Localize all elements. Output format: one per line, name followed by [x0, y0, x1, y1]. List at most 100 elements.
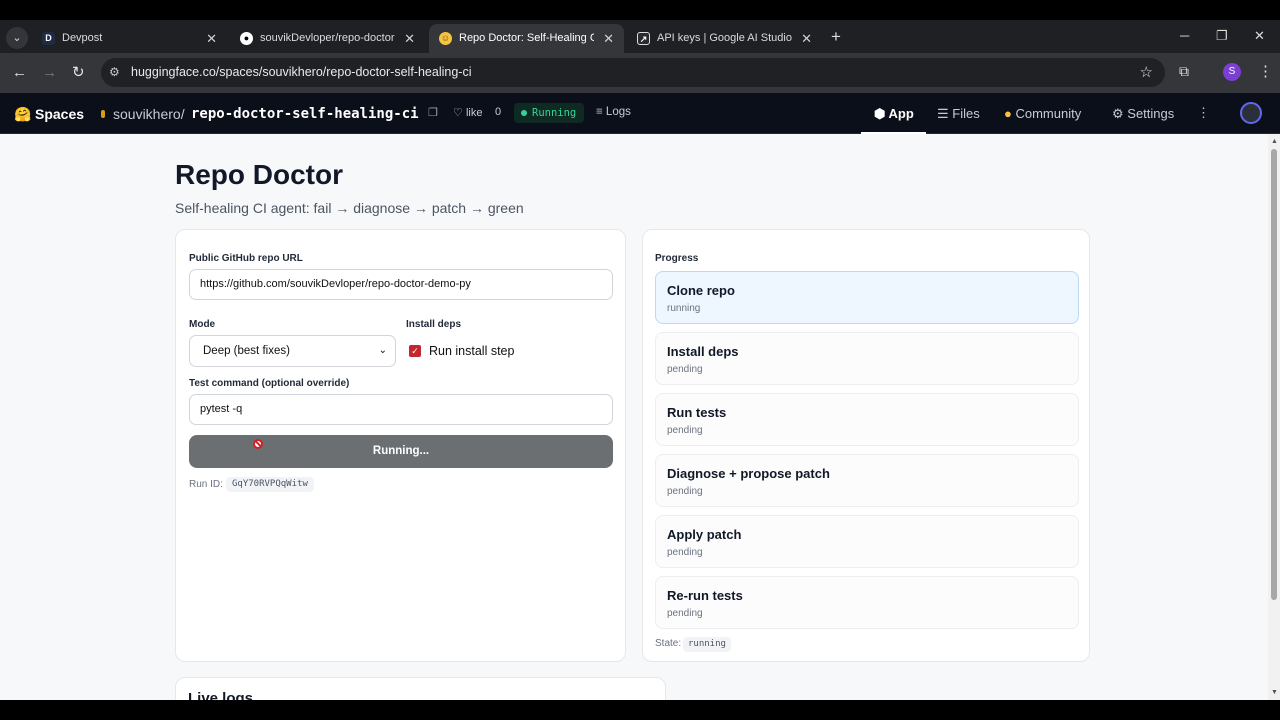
mode-select[interactable]: Deep (best fixes) ⌄ — [189, 335, 396, 367]
ai-studio-icon: ↗ — [637, 32, 650, 45]
community-icon: ● — [1004, 106, 1012, 121]
scroll-thumb[interactable] — [1271, 149, 1277, 600]
install-deps-label: Install deps — [406, 319, 462, 330]
logs-label: Logs — [605, 106, 631, 118]
extensions-icon[interactable]: ⧉ — [1179, 63, 1189, 80]
repo-url-input[interactable]: https://github.com/souvikDevloper/repo-d… — [189, 269, 613, 300]
tab-search-chevron-icon[interactable]: ⌄ — [6, 27, 28, 49]
scroll-up-icon[interactable]: ▲ — [1271, 138, 1278, 145]
mode-label: Mode — [189, 319, 216, 330]
tab-title: API keys | Google AI Studio — [657, 32, 792, 44]
space-indicator-icon — [101, 110, 105, 118]
heart-icon: ♡ — [453, 107, 463, 119]
run-button[interactable]: Running... — [189, 435, 613, 468]
hf-logo-icon[interactable]: 🤗 — [14, 106, 31, 123]
live-logs-card: Live logs — [175, 677, 666, 700]
tab-community[interactable]: ● Community — [1004, 106, 1081, 121]
scroll-down-icon[interactable]: ▼ — [1271, 689, 1278, 696]
step-name: Install deps — [667, 344, 739, 359]
address-bar[interactable]: ⚙ huggingface.co/spaces/souvikhero/repo-… — [101, 58, 1165, 87]
step-status: pending — [667, 364, 703, 375]
close-tab-icon[interactable]: ✕ — [801, 24, 812, 53]
bookmark-star-icon[interactable]: ☆ — [1140, 63, 1153, 81]
step-name: Run tests — [667, 405, 727, 420]
progress-label: Progress — [655, 253, 699, 264]
install-deps-checkbox[interactable]: ✓ — [409, 345, 421, 357]
copy-icon[interactable]: ❐ — [428, 106, 438, 119]
step-name: Re-run tests — [667, 588, 743, 603]
tab-settings-label: Settings — [1127, 106, 1175, 121]
tab-app[interactable]: ⬢ App — [874, 106, 914, 122]
test-command-input[interactable]: pytest -q — [189, 394, 613, 425]
close-tab-icon[interactable]: ✕ — [206, 24, 217, 53]
minimize-icon[interactable]: ─ — [1180, 28, 1189, 43]
form-card: Public GitHub repo URL https://github.co… — [175, 229, 626, 662]
close-tab-icon[interactable]: ✕ — [404, 24, 415, 53]
step-status: pending — [667, 486, 703, 497]
status-dot-icon — [521, 110, 527, 116]
gear-icon: ⚙ — [1112, 106, 1124, 121]
app-page: Repo Doctor Self-healing CI agent: fail … — [0, 134, 1268, 700]
install-deps-checkbox-label[interactable]: Run install step — [429, 344, 514, 358]
space-owner-link[interactable]: souvikhero/ — [113, 106, 185, 122]
forward-icon[interactable]: → — [42, 63, 57, 83]
logs-button[interactable]: ≡ Logs — [596, 106, 631, 118]
step-name: Apply patch — [667, 527, 742, 542]
url-text[interactable]: huggingface.co/spaces/souvikhero/repo-do… — [131, 65, 471, 79]
profile-avatar[interactable]: S — [1223, 63, 1241, 81]
back-icon[interactable]: ← — [12, 63, 27, 83]
step-status: running — [667, 303, 701, 314]
page-title: Repo Doctor — [175, 159, 343, 190]
state-label: State: — [655, 638, 682, 649]
browser-menu-icon[interactable]: ⋮ — [1258, 62, 1273, 80]
run-id-label: Run ID: — [189, 479, 223, 490]
step-name: Diagnose + propose patch — [667, 466, 830, 481]
hf-header: 🤗 Spaces souvikhero/ repo-doctor-self-he… — [0, 93, 1280, 134]
browser-tab-repo-doctor[interactable]: ☺ Repo Doctor: Self-Healing CI Ag ✕ — [429, 24, 624, 53]
tab-files[interactable]: ☰ Files — [937, 106, 980, 122]
running-status-badge: Running — [514, 103, 585, 123]
browser-tab-github[interactable]: ● souvikDevloper/repo-doctor-de ✕ — [230, 24, 425, 53]
browser-tab-ai-studio[interactable]: ↗ API keys | Google AI Studio ✕ — [627, 24, 822, 53]
repo-url-label: Public GitHub repo URL — [189, 253, 303, 264]
tab-settings[interactable]: ⚙ Settings — [1112, 106, 1174, 122]
step-rerun-tests: Re-run tests pending — [655, 576, 1079, 629]
close-tab-icon[interactable]: ✕ — [603, 24, 614, 53]
github-icon: ● — [240, 32, 253, 45]
browser-tab-devpost[interactable]: D Devpost ✕ — [32, 24, 227, 53]
status-text: Running — [532, 107, 577, 119]
tab-app-label: App — [888, 106, 914, 121]
step-clone-repo: Clone repo running — [655, 271, 1079, 324]
state-value: running — [683, 637, 731, 652]
spaces-link[interactable]: Spaces — [35, 106, 84, 122]
step-status: pending — [667, 425, 703, 436]
logs-icon: ≡ — [596, 106, 603, 118]
step-run-tests: Run tests pending — [655, 393, 1079, 446]
step-apply-patch: Apply patch pending — [655, 515, 1079, 568]
hf-icon: ☺ — [439, 32, 452, 45]
new-tab-icon[interactable]: + — [831, 27, 841, 47]
tab-files-label: Files — [952, 106, 980, 121]
mode-selected-value: Deep (best fixes) — [203, 345, 290, 357]
step-diagnose: Diagnose + propose patch pending — [655, 454, 1079, 507]
close-window-icon[interactable]: ✕ — [1254, 28, 1265, 44]
space-name-link[interactable]: repo-doctor-self-healing-ci — [191, 106, 419, 122]
cube-icon: ⬢ — [874, 106, 886, 121]
site-info-icon[interactable]: ⚙ — [109, 65, 120, 79]
user-avatar[interactable] — [1240, 102, 1262, 124]
step-install-deps: Install deps pending — [655, 332, 1079, 385]
like-button[interactable]: ♡ like — [453, 106, 482, 119]
tab-title: Repo Doctor: Self-Healing CI Ag — [459, 32, 594, 44]
screen: ⌄ D Devpost ✕ ● souvikDevloper/repo-doct… — [0, 0, 1280, 720]
page-scrollbar[interactable]: ▲ ▼ — [1268, 134, 1280, 700]
not-allowed-cursor-icon — [253, 439, 263, 449]
restore-icon[interactable]: ❐ — [1216, 28, 1228, 44]
browser-tab-strip: ⌄ D Devpost ✕ ● souvikDevloper/repo-doct… — [0, 20, 1280, 53]
reload-icon[interactable]: ↻ — [72, 63, 85, 83]
run-id-value: GqY70RVPQqWitw — [226, 477, 314, 492]
live-logs-title: Live logs — [188, 690, 254, 700]
test-command-label: Test command (optional override) — [189, 378, 350, 389]
more-options-icon[interactable]: ⋮ — [1197, 105, 1210, 121]
chevron-down-icon: ⌄ — [378, 345, 387, 356]
screen-bottom-edge — [0, 700, 1280, 720]
